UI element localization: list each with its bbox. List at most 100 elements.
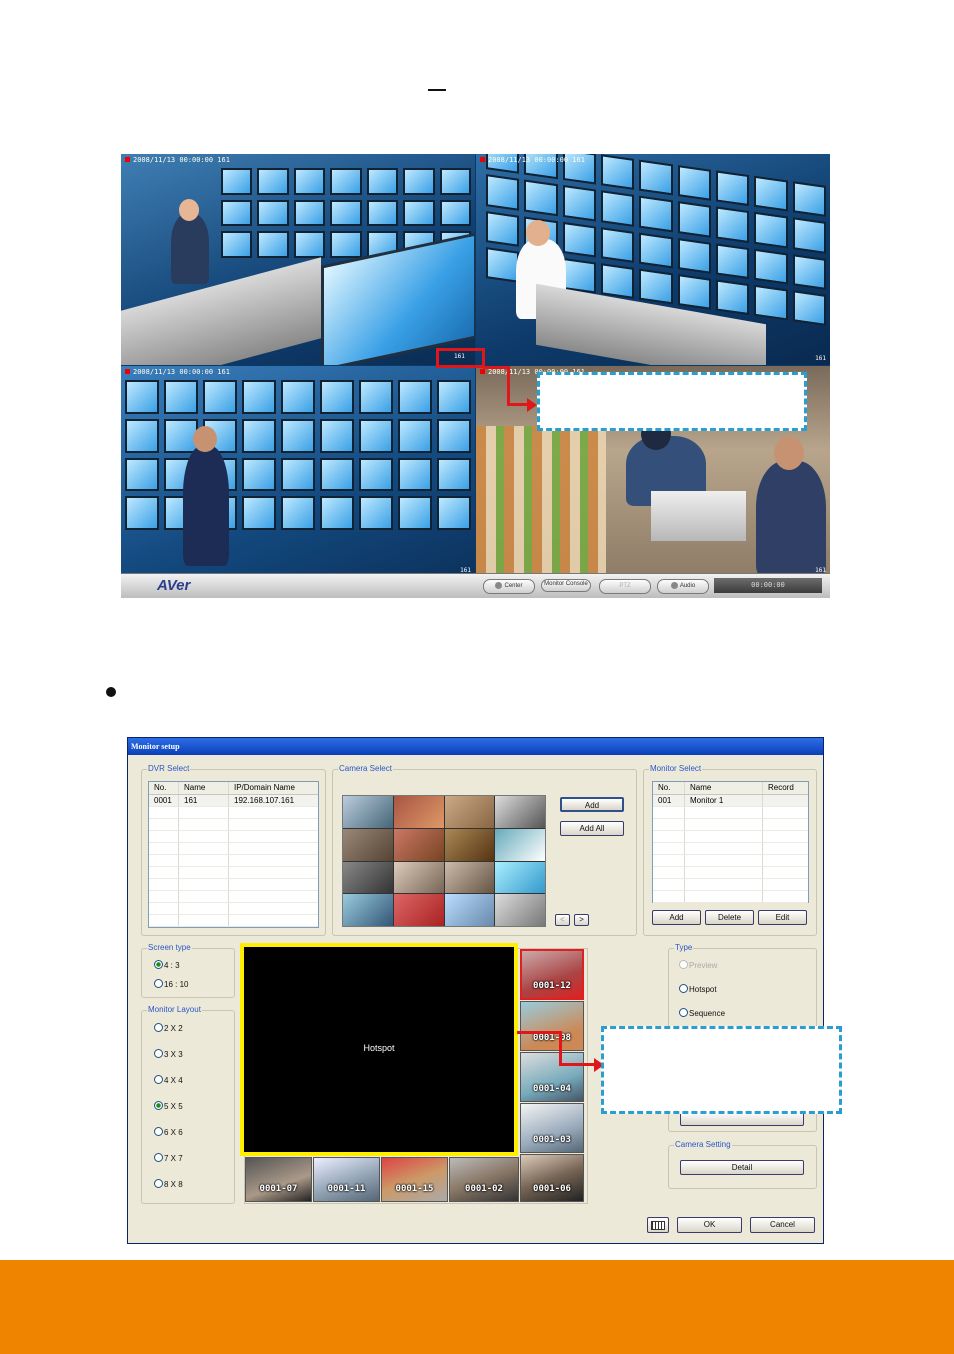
bullet-icon	[106, 687, 116, 697]
group-title: Camera Setting	[674, 1140, 732, 1149]
table-row	[149, 891, 318, 903]
dash-mark	[428, 89, 446, 91]
column-header[interactable]: No.	[653, 782, 685, 794]
hotspot-cell[interactable]: Hotspot	[240, 943, 518, 1156]
type-hotspot-radio[interactable]: Hotspot	[679, 984, 717, 994]
column-header[interactable]: No.	[149, 782, 179, 794]
layout-2x2-radio[interactable]: 2 X 2	[154, 1023, 183, 1033]
monitor-delete-button[interactable]: Delete	[705, 910, 754, 925]
dvr-list[interactable]: No. Name IP/Domain Name 0001 161 192.168…	[148, 781, 319, 928]
preview-cell[interactable]: 0001-11	[313, 1157, 380, 1202]
camera-thumbnail-grid[interactable]	[342, 795, 546, 927]
column-header[interactable]: Name	[179, 782, 229, 794]
camera-timestamp: 2008/11/13 00:00:00 161	[125, 156, 230, 164]
camera-view-1[interactable]: 2008/11/13 00:00:00 161	[121, 154, 475, 365]
clock-display: 00:00:00	[714, 578, 822, 593]
detail-button[interactable]: Detail	[680, 1160, 804, 1175]
camera-select-group: Camera Select Add Add All < >	[332, 764, 637, 936]
camera-add-all-button[interactable]: Add All	[560, 821, 624, 836]
camera-setting-group: Camera Setting Detail	[668, 1140, 817, 1189]
table-row	[653, 843, 808, 855]
camera-view-2[interactable]: 2008/11/13 00:00:00 161 161	[476, 154, 830, 365]
preview-cell[interactable]: 0001-06	[520, 1154, 584, 1202]
table-row	[653, 819, 808, 831]
preview-cell[interactable]: 0001-08	[520, 1001, 584, 1051]
table-row	[149, 879, 318, 891]
layout-3x3-radio[interactable]: 3 X 3	[154, 1049, 183, 1059]
camera-view-3[interactable]: 2008/11/13 00:00:00 161 161	[121, 366, 475, 577]
camera-next-button[interactable]: >	[574, 914, 589, 926]
screen-type-4-3-radio[interactable]: 4 : 3	[154, 960, 180, 970]
monitor-console-button[interactable]: Monitor Console	[541, 579, 591, 592]
keyboard-icon	[651, 1221, 665, 1230]
table-row[interactable]: 001 Monitor 1	[653, 795, 808, 807]
preview-cell[interactable]: 0001-15	[381, 1157, 448, 1202]
camera-prev-button[interactable]: <	[555, 914, 570, 926]
layout-4x4-radio[interactable]: 4 X 4	[154, 1075, 183, 1085]
hotspot-label: Hotspot	[363, 1043, 395, 1053]
table-row	[149, 915, 318, 927]
highlight-label: 161	[454, 353, 465, 360]
monitor-add-button[interactable]: Add	[652, 910, 701, 925]
list-header: No. Name IP/Domain Name	[149, 782, 318, 795]
table-row	[149, 867, 318, 879]
table-row	[653, 891, 808, 903]
layout-6x6-radio[interactable]: 6 X 6	[154, 1127, 183, 1137]
table-cell: 0001	[149, 795, 179, 806]
arrow-head-icon	[527, 398, 537, 412]
table-row	[653, 807, 808, 819]
group-title: Monitor Layout	[147, 1005, 202, 1014]
audio-button[interactable]: Audio	[657, 579, 709, 594]
callout-box	[601, 1026, 842, 1114]
screen-type-16-10-radio[interactable]: 16 : 10	[154, 979, 188, 989]
ok-button[interactable]: OK	[677, 1217, 742, 1233]
monitor-layout-group: Monitor Layout 2 X 2 3 X 3 4 X 4 5 X 5 6…	[141, 1005, 235, 1204]
arrow-line	[483, 366, 510, 369]
type-preview-radio[interactable]: Preview	[679, 960, 717, 970]
arrow-line	[559, 1063, 596, 1066]
footer-band	[0, 1260, 954, 1354]
table-cell: 001	[653, 795, 685, 806]
group-title: DVR Select	[147, 764, 191, 773]
preview-cell[interactable]: 0001-03	[520, 1103, 584, 1153]
camera-timestamp: 2008/11/13 00:00:00 161	[480, 156, 585, 164]
type-sequence-radio[interactable]: Sequence	[679, 1008, 725, 1018]
monitor-setup-dialog: Monitor setup DVR Select No. Name IP/Dom…	[127, 737, 824, 1244]
table-row	[653, 867, 808, 879]
table-cell: 192.168.107.161	[234, 796, 295, 805]
preview-cell[interactable]: 0001-02	[449, 1157, 519, 1202]
camera-add-button[interactable]: Add	[560, 797, 624, 812]
monitor-select-group: Monitor Select No. Name Record 001 Monit…	[643, 764, 817, 936]
monitor-list[interactable]: No. Name Record 001 Monitor 1	[652, 781, 809, 903]
group-title: Monitor Select	[649, 764, 703, 773]
ptz-button[interactable]: PTZ	[599, 579, 651, 594]
table-row[interactable]: 0001 161 192.168.107.161	[149, 795, 318, 807]
screen-type-group: Screen type 4 : 3 16 : 10	[141, 943, 235, 998]
table-row	[149, 855, 318, 867]
table-row	[149, 843, 318, 855]
arrow-line	[517, 1031, 561, 1034]
preview-cell[interactable]: 0001-04	[520, 1052, 584, 1102]
callout-box	[537, 372, 807, 431]
center-button[interactable]: Center	[483, 579, 535, 594]
table-cell: 161	[179, 795, 229, 806]
group-title: Type	[674, 943, 694, 952]
table-row	[149, 819, 318, 831]
layout-8x8-radio[interactable]: 8 X 8	[154, 1179, 183, 1189]
cancel-button[interactable]: Cancel	[750, 1217, 815, 1233]
layout-7x7-radio[interactable]: 7 X 7	[154, 1153, 183, 1163]
viewer-toolbar: AVer Center Monitor Console PTZ Audio 00…	[121, 573, 830, 598]
preview-cell[interactable]: 0001-12	[520, 949, 584, 1000]
dialog-title: Monitor setup	[128, 738, 823, 755]
layout-5x5-radio[interactable]: 5 X 5	[154, 1101, 183, 1111]
column-header[interactable]: IP/Domain Name	[229, 782, 318, 794]
monitor-edit-button[interactable]: Edit	[758, 910, 807, 925]
table-row	[653, 879, 808, 891]
center-icon	[495, 581, 503, 589]
column-header[interactable]: Name	[685, 782, 763, 794]
table-row	[653, 855, 808, 867]
table-cell: Monitor 1	[685, 795, 763, 806]
preview-cell[interactable]: 0001-07	[245, 1157, 312, 1202]
column-header[interactable]: Record	[763, 782, 808, 794]
keyboard-button[interactable]	[647, 1217, 669, 1233]
